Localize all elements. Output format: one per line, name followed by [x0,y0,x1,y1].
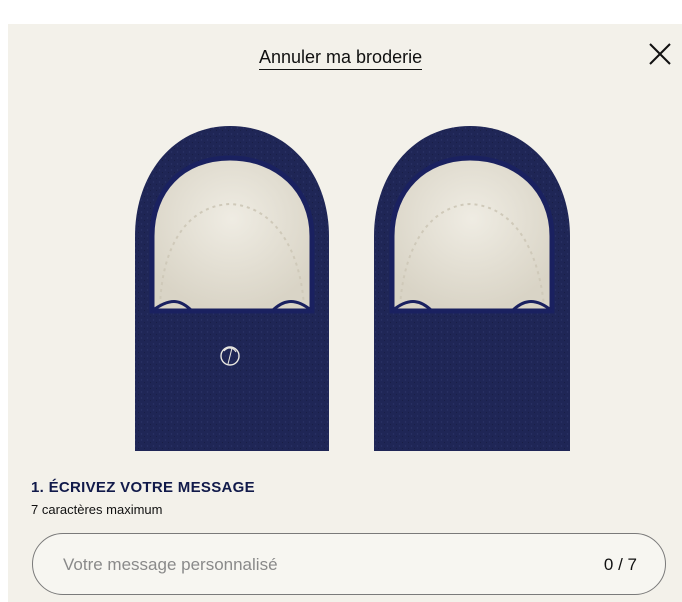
left-slipper [135,126,329,451]
close-icon[interactable] [647,41,673,67]
char-counter: 0 / 7 [603,555,637,574]
step-hint: 7 caractères maximum [31,502,163,517]
message-field[interactable]: 0 / 7 [32,533,666,596]
product-image [32,96,658,451]
right-slipper [374,126,570,451]
cancel-embroidery-link[interactable]: Annuler ma broderie [259,47,423,70]
message-input[interactable] [61,534,585,596]
step-title: 1. ÉCRIVEZ VOTRE MESSAGE [31,479,255,496]
embroidery-modal: Annuler ma broderie 1. ÉCRIVEZ VOTRE MES… [8,24,682,602]
